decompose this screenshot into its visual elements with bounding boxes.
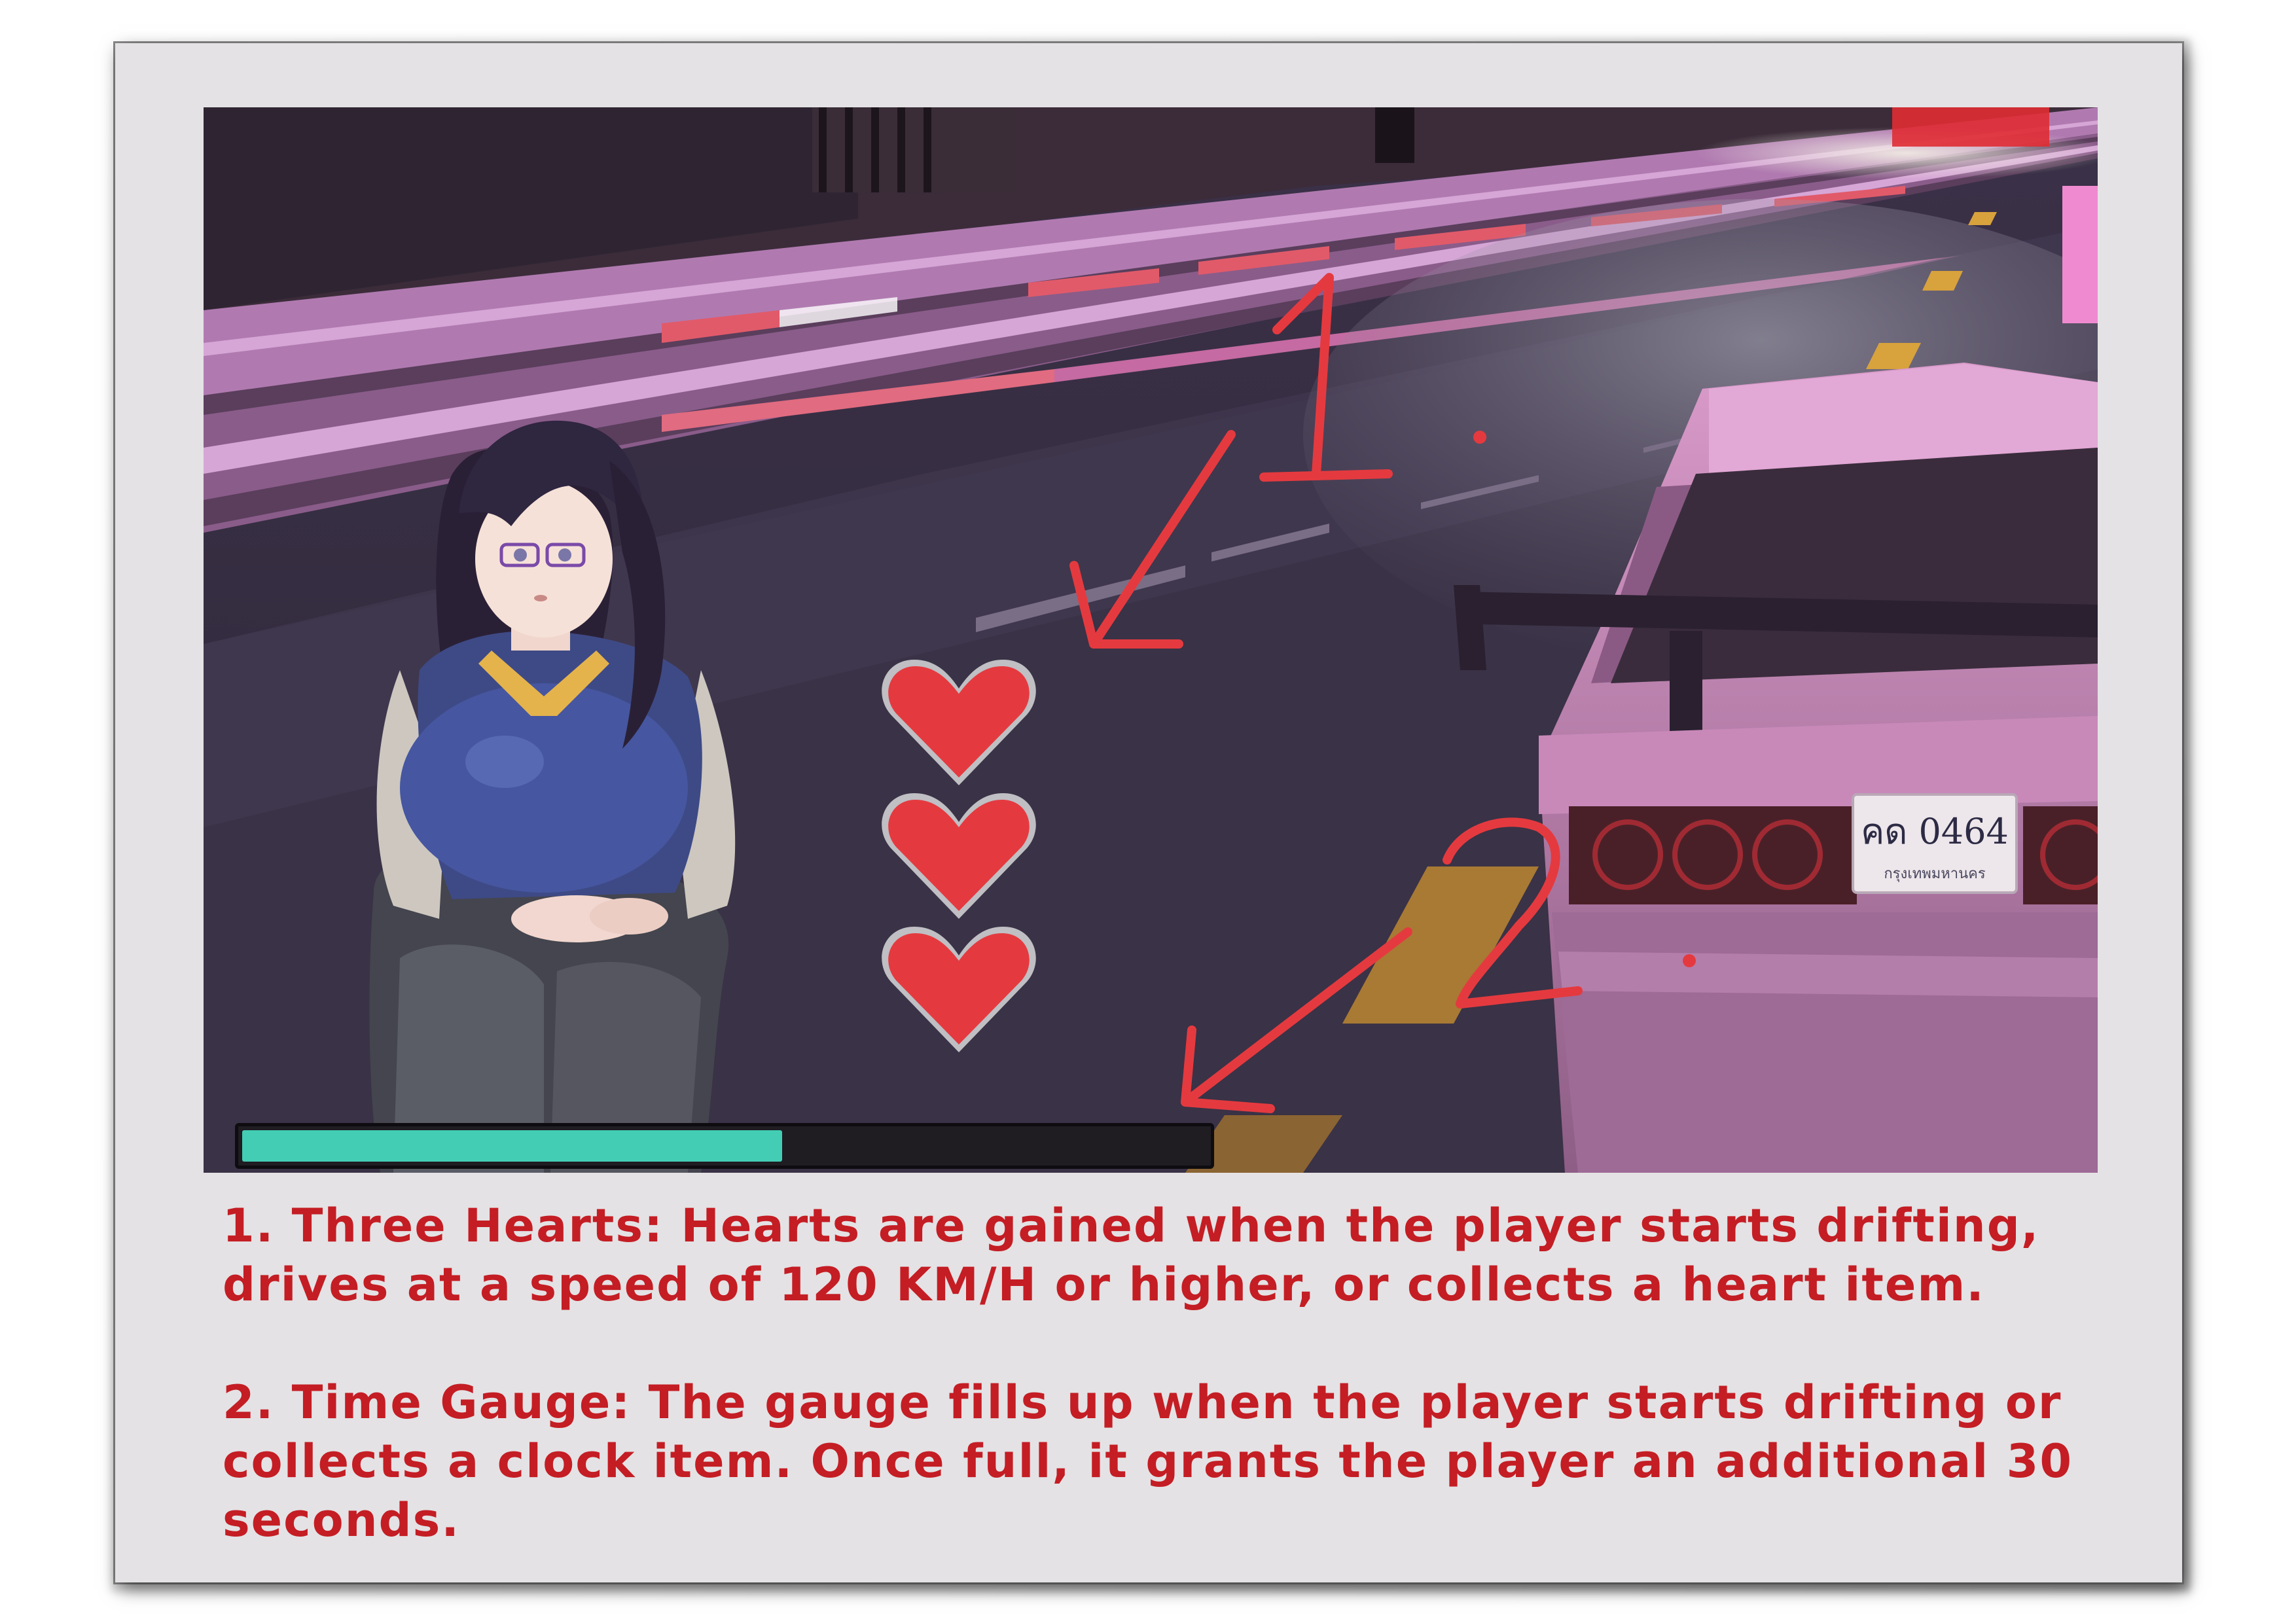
caption-gauge-line-2: collects a clock item. Once full, it gra… xyxy=(223,1435,2073,1488)
caption-gauge-line-1: 2. Time Gauge: The gauge fills up when t… xyxy=(223,1376,2062,1429)
license-plate-number: คด 0464 xyxy=(1861,811,2009,852)
time-gauge-fill xyxy=(242,1130,782,1162)
caption-block: 1. Three Hearts: Hearts are gained when … xyxy=(223,1196,2094,1550)
game-screenshot: คด 0464 กรุงเทพมหานคร xyxy=(204,107,2098,1173)
annotation-label-2: 2. xyxy=(1591,938,1592,939)
heart-icon xyxy=(880,654,1037,788)
license-plate-province: กรุงเทพมหานคร xyxy=(1884,866,1986,882)
caption-gauge-line-3: seconds. xyxy=(223,1493,460,1547)
caption-hearts-line-1: 1. Three Hearts: Hearts are gained when … xyxy=(223,1199,2040,1253)
heart-icon xyxy=(880,788,1037,921)
time-gauge xyxy=(235,1123,1214,1169)
page: คด 0464 กรุงเทพมหานคร 1. Three Hearts: H… xyxy=(0,0,2296,1623)
game-scene: คด 0464 กรุงเทพมหานคร xyxy=(204,107,2098,1173)
heart-icon xyxy=(880,921,1037,1055)
caption-hearts-line-2: drives at a speed of 120 KM/H or higher,… xyxy=(223,1258,1985,1311)
